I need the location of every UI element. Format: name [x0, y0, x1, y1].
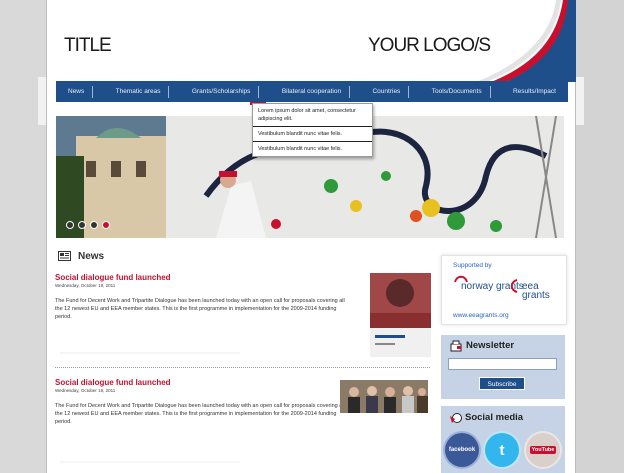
news-heading: News [78, 251, 105, 262]
article-thumbnail[interactable] [340, 380, 428, 413]
youtube-label: YouTube [529, 446, 557, 454]
newsletter-panel: Newsletter Subscribe [441, 335, 565, 399]
nav-grants-scholarships[interactable]: Grants/Scholarships [184, 85, 260, 98]
right-stub [576, 77, 584, 125]
eea-grants-logo[interactable]: eea grants [522, 282, 566, 301]
supported-by-panel: Supported by norway grants eea grants ww… [441, 255, 567, 325]
article-title-link[interactable]: Social dialogue fund launched [55, 378, 345, 387]
eea-grants-logo-mark [510, 279, 518, 293]
nav-news[interactable]: News [60, 85, 94, 98]
article-shadow [60, 352, 240, 355]
youtube-icon[interactable]: YouTube [526, 433, 560, 467]
article-thumbnail-image [370, 273, 431, 357]
left-stub [38, 77, 46, 125]
social-media-title: Social media [465, 412, 524, 423]
article-body: The Fund for Decent Work and Tripartite … [55, 403, 345, 425]
page-edge-left [46, 0, 47, 473]
facebook-icon[interactable]: facebook [445, 433, 479, 467]
site-title: TITLE [64, 35, 112, 56]
nav-tools-documents[interactable]: Tools/Documents [424, 85, 491, 98]
social-media-icon [450, 413, 462, 423]
slider-dots [66, 221, 110, 229]
right-gutter [576, 0, 624, 473]
slider-dot[interactable] [78, 221, 86, 229]
article-thumbnail[interactable] [370, 273, 431, 357]
newsletter-title: Newsletter [466, 340, 515, 351]
article-thumbnail-image [340, 380, 428, 413]
article-divider [55, 367, 430, 368]
newsletter-email-input[interactable] [448, 358, 557, 370]
dropdown-item[interactable]: Vestibulum blandit nunc vitae felis. [253, 142, 372, 156]
article-shadow [60, 461, 240, 464]
slider-dot[interactable] [66, 221, 74, 229]
nav-bilateral-cooperation[interactable]: Bilateral cooperation [274, 85, 351, 98]
slider-dot-active[interactable] [102, 221, 110, 229]
nav-countries[interactable]: Countries [364, 85, 410, 98]
nav-results-impact[interactable]: Results/Impact [505, 86, 564, 98]
eeagrants-link[interactable]: www.eeagrants.org [453, 312, 509, 319]
supported-by-label: Supported by [453, 262, 492, 269]
left-gutter [0, 0, 46, 473]
slider-dot[interactable] [90, 221, 98, 229]
bilateral-dropdown-menu: Lorem ipsum dolor sit amet, consectetur … [252, 103, 373, 157]
twitter-icon[interactable]: t [485, 433, 519, 467]
page-canvas: TITLE YOUR LOGO/S News Thematic areas Gr… [46, 0, 576, 473]
social-media-panel: Social media facebook t YouTube [441, 406, 565, 473]
logo-placeholder: YOUR LOGO/S [368, 35, 491, 56]
article-title-link[interactable]: Social dialogue fund launched [55, 273, 345, 282]
news-article: Social dialogue fund launched Wednesday,… [55, 273, 345, 321]
newsletter-icon [450, 340, 462, 352]
article-date: Wednesday, October 19, 2011 [55, 283, 116, 288]
main-nav: News Thematic areas Grants/Scholarships … [56, 81, 568, 102]
article-date: Wednesday, October 19, 2011 [55, 388, 116, 393]
news-article: Social dialogue fund launched Wednesday,… [55, 378, 345, 426]
article-body: The Fund for Decent Work and Tripartite … [55, 298, 345, 320]
newspaper-icon [58, 251, 71, 261]
subscribe-button[interactable]: Subscribe [479, 377, 525, 390]
dropdown-item[interactable]: Vestibulum blandit nunc vitae felis. [253, 127, 372, 142]
nav-thematic-areas[interactable]: Thematic areas [108, 85, 170, 98]
dropdown-item[interactable]: Lorem ipsum dolor sit amet, consectetur … [253, 104, 372, 127]
